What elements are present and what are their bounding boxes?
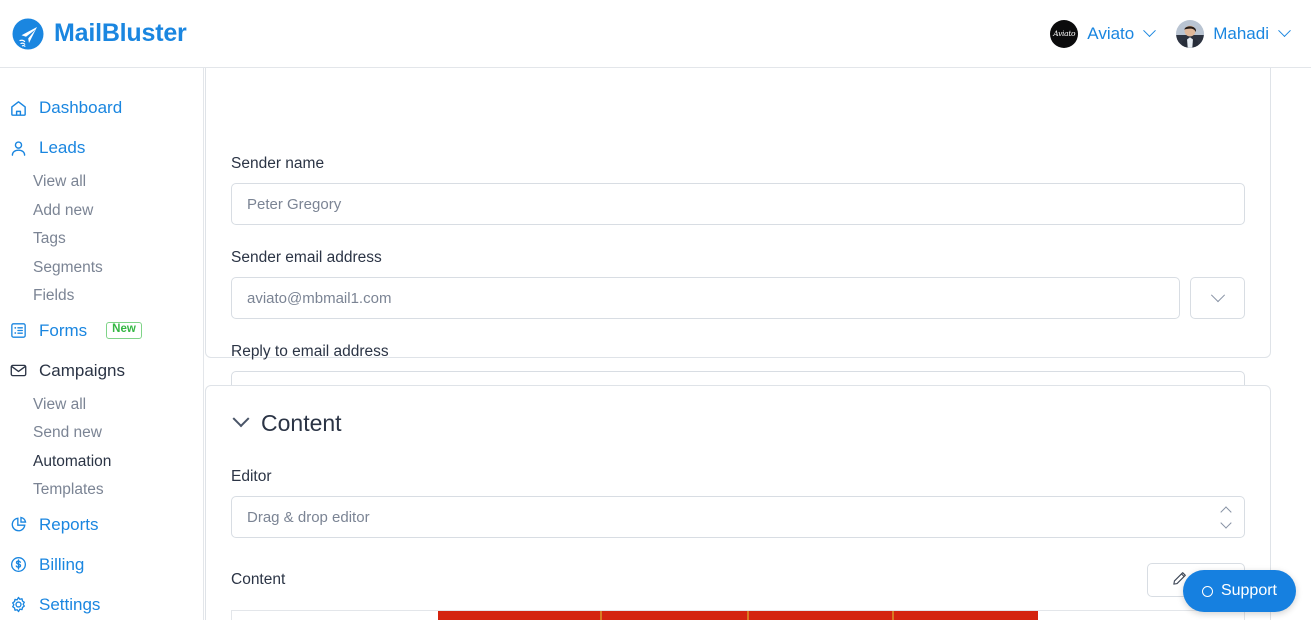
sidebar-item-label: View all xyxy=(33,173,87,191)
sidebar-item-campaigns-templates[interactable]: Templates xyxy=(0,476,203,505)
sidebar-item-leads-add-new[interactable]: Add new xyxy=(0,197,203,226)
sidebar-item-label: Leads xyxy=(39,138,86,157)
sidebar-item-label: Forms xyxy=(39,320,88,340)
sidebar-item-leads[interactable]: Leads xyxy=(0,128,203,168)
account-avatar: Aviato xyxy=(1050,19,1079,48)
editor-label: Editor xyxy=(231,468,272,485)
content-label: Content xyxy=(231,571,286,588)
sidebar-item-leads-fields[interactable]: Fields xyxy=(0,282,203,311)
sidebar-item-label: Campaigns xyxy=(39,360,125,380)
user-avatar xyxy=(1176,19,1205,48)
sidebar-item-settings[interactable]: Settings xyxy=(0,585,203,620)
dollar-circle-icon xyxy=(8,555,28,575)
sender-email-input[interactable]: aviato@mbmail1.com xyxy=(231,277,1180,319)
gear-icon xyxy=(8,595,28,615)
content-card-title: Content xyxy=(261,409,342,436)
sender-name-label: Sender name xyxy=(231,155,325,172)
editor-select-value: Drag & drop editor xyxy=(247,508,370,526)
sidebar-item-label: Add new xyxy=(33,201,94,219)
chevron-down-icon[interactable] xyxy=(232,410,250,428)
sidebar-item-campaigns-send-new[interactable]: Send new xyxy=(0,419,203,448)
user-name: Mahadi xyxy=(1213,23,1269,43)
sidebar-item-reports[interactable]: Reports xyxy=(0,505,203,545)
brand[interactable]: MailBluster xyxy=(12,18,187,50)
reply-to-label: Reply to email address xyxy=(231,343,389,360)
sidebar-item-forms[interactable]: Forms New xyxy=(0,311,203,351)
home-icon xyxy=(8,98,28,118)
chevron-down-icon xyxy=(1210,288,1225,303)
top-header: MailBluster Aviato Aviato Mahadi xyxy=(0,0,1311,68)
sender-email-row: aviato@mbmail1.com xyxy=(231,277,1245,319)
sidebar-item-label: Settings xyxy=(39,594,101,614)
sidebar-item-label: Billing xyxy=(39,554,85,574)
chevron-down-icon xyxy=(1143,24,1157,38)
account-avatar-text: Aviato xyxy=(1053,29,1076,38)
header-right: Aviato Aviato Mahadi xyxy=(1050,19,1291,48)
status-badge-new: New xyxy=(106,322,142,339)
paper-plane-logo-icon xyxy=(12,18,44,50)
sidebar-item-label: Reports xyxy=(39,514,99,534)
email-preview-banner xyxy=(438,611,1038,620)
sidebar-item-campaigns-view-all[interactable]: View all xyxy=(0,391,203,420)
user-icon xyxy=(8,138,28,158)
content-card: Content Editor Drag & drop editor Conten… xyxy=(205,385,1271,620)
sidebar-item-label: Dashboard xyxy=(39,98,123,117)
sender-email-label: Sender email address xyxy=(231,249,382,266)
sidebar-item-campaigns[interactable]: Campaigns xyxy=(0,351,203,391)
sender-settings-card: Sender name Peter Gregory Sender email a… xyxy=(205,68,1271,413)
sender-name-input[interactable]: Peter Gregory xyxy=(231,183,1245,225)
sidebar-item-label: Segments xyxy=(33,258,103,276)
lifebuoy-circle-icon xyxy=(1201,585,1213,597)
content-preview-box[interactable] xyxy=(231,610,1245,620)
sidebar-item-billing[interactable]: Billing xyxy=(0,545,203,585)
chevron-down-icon xyxy=(1278,24,1291,38)
sidebar-item-leads-view-all[interactable]: View all xyxy=(0,168,203,197)
user-menu-mahadi[interactable]: Mahadi xyxy=(1176,19,1291,48)
account-switcher-aviato[interactable]: Aviato Aviato xyxy=(1050,19,1157,48)
sidebar-item-campaigns-automation[interactable]: Automation xyxy=(0,448,203,477)
support-button[interactable]: Support xyxy=(1182,570,1296,612)
sidebar-item-label: Fields xyxy=(33,287,75,305)
sidebar-item-dashboard[interactable]: Dashboard xyxy=(0,88,203,128)
sidebar-item-leads-tags[interactable]: Tags xyxy=(0,225,203,254)
sidebar-item-label: Tags xyxy=(33,230,66,248)
sidebar-item-label: View all xyxy=(33,395,87,413)
content-row: Content Edit xyxy=(231,558,1245,602)
envelope-icon xyxy=(8,361,28,381)
sidebar-item-label: Templates xyxy=(33,481,104,499)
brand-name: MailBluster xyxy=(54,19,187,47)
sender-email-dropdown-button[interactable] xyxy=(1190,277,1245,319)
form-list-icon xyxy=(8,321,28,341)
sidebar-item-label: Send new xyxy=(33,424,102,442)
support-button-label: Support xyxy=(1220,582,1277,599)
account-name: Aviato xyxy=(1087,23,1135,43)
sidebar-item-label: Automation xyxy=(33,452,112,470)
pie-chart-icon xyxy=(8,515,28,535)
content-card-header[interactable]: Content xyxy=(231,398,1245,448)
sidebar-item-leads-segments[interactable]: Segments xyxy=(0,254,203,283)
up-down-chevron-icon xyxy=(1220,505,1232,529)
sidebar: Dashboard Leads View all Add new Tags Se… xyxy=(0,68,204,620)
editor-select[interactable]: Drag & drop editor xyxy=(231,496,1245,538)
main-content: Sender name Peter Gregory Sender email a… xyxy=(204,68,1311,620)
